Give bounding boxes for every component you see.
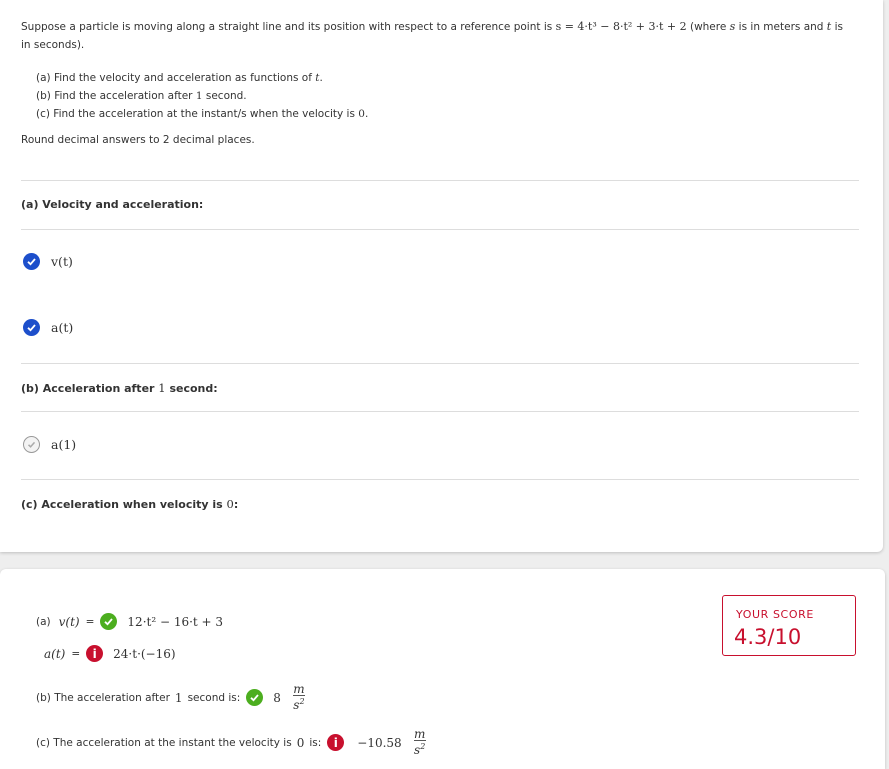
- unit-fraction: m s2: [292, 682, 305, 711]
- part-c-end: .: [364, 108, 369, 120]
- score-label: YOUR SCORE: [736, 608, 814, 621]
- section-b-value: 1: [158, 381, 166, 395]
- section-c-pre: (c) Acceleration when velocity is: [21, 498, 223, 511]
- result-c-pre: (c) The acceleration at the instant the …: [36, 736, 292, 749]
- where-prefix: (where: [689, 21, 727, 33]
- unit-exponent: 2: [299, 697, 305, 706]
- answer-label: v(t): [51, 254, 73, 269]
- section-c-value: 0: [226, 497, 234, 511]
- divider: [21, 180, 859, 181]
- equals-sign: =: [71, 647, 81, 660]
- result-c-answer: −10.58: [357, 735, 402, 750]
- equals-sign: =: [85, 615, 95, 628]
- section-c-post: :: [233, 498, 239, 511]
- unit-denominator: s2: [414, 741, 425, 756]
- check-outline-icon: [23, 436, 40, 453]
- question-card: Suppose a particle is moving along a str…: [0, 0, 883, 552]
- divider: [21, 229, 859, 230]
- acceleration-label: a(t): [44, 646, 66, 661]
- question-line2: in seconds).: [21, 39, 85, 51]
- section-b-post: second:: [169, 382, 218, 395]
- part-c-text: (c) Find the acceleration at the instant…: [36, 105, 368, 123]
- result-c-value-v: 0: [296, 735, 305, 750]
- result-c-post: is:: [309, 736, 322, 749]
- unit-fraction: m s2: [413, 727, 426, 756]
- result-velocity: (a) v(t) = 12·t² − 16·t + 3: [36, 613, 223, 630]
- part-a-end: .: [319, 72, 323, 84]
- check-icon: [23, 253, 40, 270]
- check-icon: [23, 319, 40, 336]
- correct-icon: [246, 689, 264, 706]
- part-b-end: second.: [205, 90, 247, 102]
- correct-icon: [100, 613, 118, 630]
- result-b-answer: 8: [273, 690, 281, 705]
- section-c-title: (c) Acceleration when velocity is 0:: [21, 497, 238, 511]
- var-t: t: [826, 20, 832, 33]
- divider: [21, 479, 859, 480]
- velocity-label: v(t): [58, 614, 80, 629]
- divider: [21, 411, 859, 412]
- result-c: (c) The acceleration at the instant the …: [36, 727, 426, 756]
- score-value: 4.3/10: [734, 625, 802, 649]
- unit-denominator: s2: [293, 696, 304, 711]
- result-acceleration: a(t) = i 24·t·(−16): [44, 645, 176, 662]
- velocity-answer: 12·t² − 16·t + 3: [127, 614, 224, 629]
- part-c-value: 0: [358, 108, 365, 120]
- result-b-post: second is:: [187, 691, 241, 704]
- part-c-label: (c) Find the acceleration at the instant…: [36, 108, 355, 120]
- info-icon[interactable]: i: [327, 734, 345, 751]
- acceleration-answer: 24·t·(−16): [113, 646, 176, 661]
- where-suffix: is: [834, 21, 843, 33]
- result-b-value-t: 1: [174, 690, 183, 705]
- unit-numerator: m: [413, 727, 426, 741]
- part-a-text: (a) Find the velocity and acceleration a…: [36, 69, 368, 87]
- position-equation: s = 4·t³ − 8·t² + 3·t + 2: [555, 20, 687, 33]
- rounding-instruction: Round decimal answers to 2 decimal place…: [21, 134, 255, 146]
- question-statement: Suppose a particle is moving along a str…: [21, 18, 861, 54]
- answer-a-of-t[interactable]: a(t): [23, 319, 73, 336]
- answer-a-of-1[interactable]: a(1): [23, 436, 76, 453]
- unit-exponent: 2: [420, 742, 426, 751]
- part-b-label: (b) Find the acceleration after: [36, 90, 193, 102]
- question-intro: Suppose a particle is moving along a str…: [21, 21, 553, 33]
- question-parts: (a) Find the velocity and acceleration a…: [36, 69, 368, 123]
- score-box: YOUR SCORE 4.3/10: [722, 595, 856, 656]
- answer-v-of-t[interactable]: v(t): [23, 253, 73, 270]
- section-b-title: (b) Acceleration after 1 second:: [21, 381, 218, 395]
- divider: [21, 363, 859, 364]
- answer-label: a(t): [51, 320, 74, 335]
- result-b-pre: (b) The acceleration after: [36, 691, 170, 704]
- results-card: (a) v(t) = 12·t² − 16·t + 3 a(t) = i 24·…: [0, 569, 885, 769]
- part-b-value: 1: [195, 90, 203, 102]
- result-b: (b) The acceleration after 1 second is: …: [36, 682, 305, 711]
- result-a-label: (a): [36, 615, 51, 628]
- section-b-pre: (b) Acceleration after: [21, 382, 155, 395]
- part-a-label: (a) Find the velocity and acceleration a…: [36, 72, 312, 84]
- section-a-title: (a) Velocity and acceleration:: [21, 198, 204, 211]
- part-b-text: (b) Find the acceleration after 1 second…: [36, 87, 368, 105]
- answer-label: a(1): [51, 437, 77, 452]
- unit-numerator: m: [293, 682, 305, 696]
- info-icon[interactable]: i: [86, 645, 104, 662]
- where-mid: is in meters and: [738, 21, 824, 33]
- var-s: s: [729, 20, 736, 33]
